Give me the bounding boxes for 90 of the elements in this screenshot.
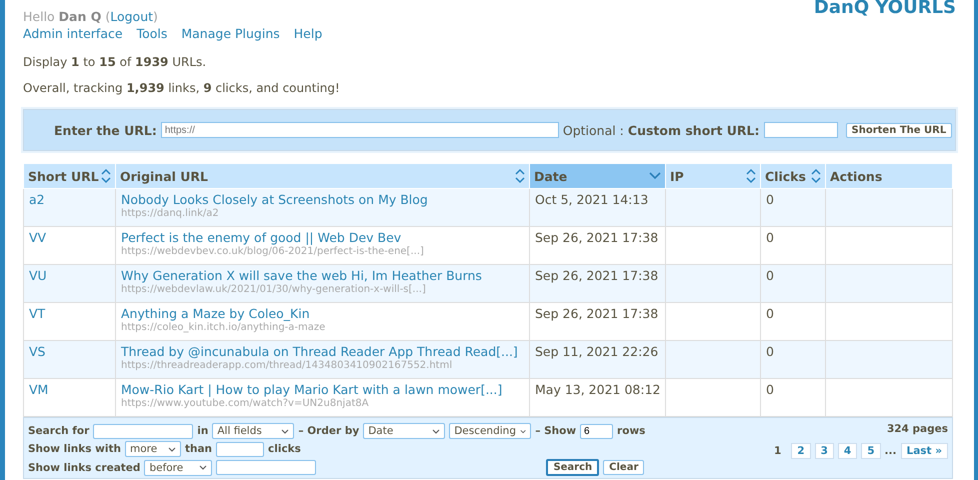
column-header[interactable]: Date	[530, 164, 666, 188]
shorten-button[interactable]: Shorten The URL	[846, 122, 952, 138]
order-select[interactable]: Date	[363, 423, 446, 439]
last-page-link[interactable]: Last »	[900, 443, 948, 459]
short-url-link[interactable]: a2	[29, 192, 45, 207]
long-url: https://www.youtube.com/watch?v=UN2u8njat8A	[121, 398, 370, 409]
field-select[interactable]: All fields	[212, 423, 294, 439]
column-header[interactable]: Short URL	[24, 164, 116, 188]
url-title-link[interactable]: Nobody Looks Closely at Screenshots on My Blog	[121, 192, 428, 207]
clicks-label: clicks	[268, 443, 301, 455]
clear-button[interactable]: Clear	[603, 460, 644, 475]
paren-text: )	[153, 9, 158, 24]
chevron-down-icon	[649, 172, 661, 180]
long-url: https://threadreaderapp.com/thread/1434803410902167552.html	[121, 360, 454, 371]
compare-select[interactable]: more	[124, 441, 181, 457]
nav-link[interactable]: Help	[294, 26, 322, 41]
show-label: – Show	[535, 425, 576, 437]
site-title: DanQ YOURLS	[814, 0, 956, 18]
url-title-link[interactable]: Thread by @incunabula on Thread Reader App Thread Read[...]	[121, 344, 518, 359]
current-page: 1	[774, 445, 782, 457]
caret-icon	[281, 428, 290, 434]
date-text: Sep 26, 2021 17:38	[535, 230, 658, 245]
long-url: https://webdevbev.co.uk/blog/06-2021/perfect-is-the-ene[...]	[121, 246, 425, 257]
direction-select[interactable]: Descending	[449, 423, 532, 439]
ellipsis-text: ...	[884, 445, 897, 457]
column-header[interactable]: Actions	[826, 164, 952, 188]
short-url-link[interactable]: VT	[29, 306, 46, 321]
date-field[interactable]	[216, 460, 316, 475]
column-header[interactable]: IP	[666, 164, 760, 188]
date-text: Oct 5, 2021 14:13	[535, 192, 648, 207]
search-button[interactable]: Search	[546, 459, 600, 476]
caret-icon	[168, 446, 176, 452]
clicks-count: 0	[766, 230, 774, 245]
url-title-link[interactable]: Anything a Maze by Coleo_Kin	[121, 306, 310, 321]
optional-label: Optional :	[562, 122, 624, 138]
column-header[interactable]: Original URL	[116, 164, 530, 188]
greeting-text: Hello Dan Q (	[23, 9, 110, 24]
date-text: Sep 11, 2021 22:26	[535, 344, 658, 359]
custom-url-field[interactable]	[764, 122, 838, 138]
clicks-count: 0	[766, 306, 774, 321]
caret-icon	[199, 465, 208, 470]
long-url: https://coleo_kin.itch.io/anything-a-maze	[121, 322, 326, 333]
nav-link[interactable]: Tools	[136, 26, 168, 41]
date-text: May 13, 2021 08:12	[535, 382, 660, 397]
url-title-link[interactable]: Mow-Rio Kart | How to play Mario Kart with a lawn mower[...]	[121, 382, 502, 397]
sort-icon	[101, 168, 111, 184]
page-count: 324 pages	[886, 423, 948, 435]
short-url-link[interactable]: VU	[29, 268, 47, 283]
long-url: https://danq.link/a2	[121, 208, 220, 219]
long-url: https://webdevlaw.uk/2021/01/30/why-generation-x-will-s[...]	[121, 284, 427, 295]
clicks-count: 0	[766, 382, 774, 397]
nav-link[interactable]: Admin interface	[23, 26, 123, 41]
created-label: Show links created	[28, 462, 140, 474]
date-text: Sep 26, 2021 17:38	[535, 306, 658, 321]
when-select[interactable]: before	[144, 460, 212, 476]
in-label: in	[197, 425, 208, 437]
short-url-link[interactable]: VV	[29, 230, 46, 245]
than-label: than	[184, 443, 212, 455]
rows-field[interactable]: 6	[580, 424, 614, 438]
column-header[interactable]: Clicks	[760, 164, 826, 188]
stats-summary: Overall, tracking 1,939 links, 9 clicks, and counting!	[23, 81, 341, 95]
search-field[interactable]	[93, 424, 194, 438]
sort-icon	[515, 168, 525, 184]
clicks-count: 0	[766, 344, 774, 359]
page-link[interactable]: 5	[861, 443, 881, 459]
url-field[interactable]: https://	[160, 122, 559, 138]
caret-icon	[432, 428, 440, 434]
search-label: Search for	[28, 425, 90, 437]
sort-icon	[811, 168, 821, 184]
custom-url-label: Custom short URL:	[628, 122, 760, 138]
logout-link[interactable]: Logout	[110, 9, 154, 24]
rows-label: rows	[617, 425, 646, 437]
order-label: – Order by	[298, 425, 360, 437]
caret-icon	[520, 428, 526, 434]
url-title-link[interactable]: Why Generation X will save the web Hi, Im Heather Burns	[121, 268, 482, 283]
nav-link[interactable]: Manage Plugins	[181, 26, 280, 41]
clicks-field[interactable]	[216, 442, 264, 456]
links-with-label: Show links with	[28, 443, 121, 455]
page-link[interactable]: 4	[838, 443, 858, 459]
page-link[interactable]: 2	[791, 443, 811, 459]
clicks-count: 0	[766, 268, 774, 283]
date-text: Sep 26, 2021 17:38	[535, 268, 658, 283]
url-title-link[interactable]: Perfect is the enemy of good || Web Dev Bev	[121, 230, 402, 245]
short-url-link[interactable]: VM	[29, 382, 48, 397]
short-url-link[interactable]: VS	[29, 344, 46, 359]
page-link[interactable]: 3	[814, 443, 834, 459]
clicks-count: 0	[766, 192, 774, 207]
sort-icon	[746, 168, 756, 184]
url-label: Enter the URL:	[54, 122, 157, 138]
display-summary: Display 1 to 15 of 1939 URLs.	[23, 55, 208, 69]
